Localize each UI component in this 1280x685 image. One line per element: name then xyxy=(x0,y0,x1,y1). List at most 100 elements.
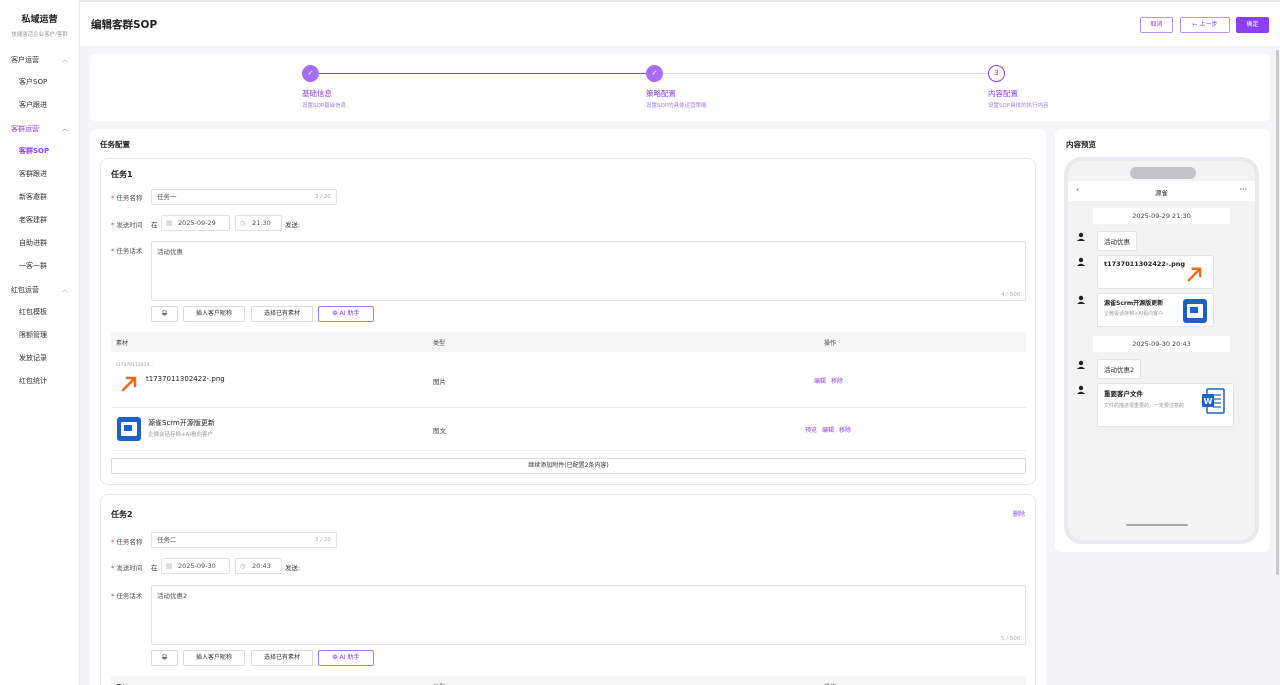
chat-timestamp: 2025-09-29 21:30 xyxy=(1093,208,1230,224)
row-actions: 编辑 移除 xyxy=(814,376,848,385)
ai-icon: ❂ xyxy=(332,654,340,661)
field-label-name: * 任务名称 xyxy=(111,194,143,202)
sidebar: 私域运营 快捷激活企业客户/客群 客户运营 ︿ 客户SOP 客户跟进 客群运营 ︿ … xyxy=(0,0,80,685)
task-card-1: 任务1 * 任务名称 任务一 3 / 20 * 发送时间 在 ▤ 2025-09-… xyxy=(100,158,1036,485)
sidebar-item-group-sop[interactable]: 客群SOP xyxy=(0,140,79,163)
user-avatar-icon xyxy=(1077,232,1085,241)
step-connector xyxy=(663,73,988,74)
material-type: 图文 xyxy=(433,427,446,435)
material-table-header: 素材 类型 操作 xyxy=(111,676,1026,685)
cancel-button[interactable]: 取消 xyxy=(1140,17,1173,33)
ai-assistant-button[interactable]: ❂ AI 助手 xyxy=(318,306,374,322)
chevron-up-icon: ︿ xyxy=(61,126,68,133)
chat-header: ‹ 源雀 ··· xyxy=(1068,181,1255,201)
clock-icon: ◷ xyxy=(240,562,246,570)
material-desc: 企微会话存档+AI看向客户 xyxy=(148,432,213,438)
char-counter: 3 / 20 xyxy=(315,194,331,200)
delete-task-link[interactable]: 删除 xyxy=(1013,509,1025,518)
field-label-script: * 任务话术 xyxy=(111,247,143,255)
calendar-icon: ▤ xyxy=(166,219,173,227)
task-script-textarea[interactable]: 活动优惠2 xyxy=(151,585,1026,645)
ai-assistant-button[interactable]: ❂ AI 助手 xyxy=(318,650,374,666)
nav-group-group[interactable]: 客群运营 ︿ xyxy=(0,117,79,140)
material-type: 图片 xyxy=(433,378,446,386)
insert-nickname-button[interactable]: 插入客户昵称 xyxy=(183,306,245,322)
emoji-button[interactable]: 😀 xyxy=(151,306,178,322)
chat-name: 源雀 xyxy=(1155,189,1168,197)
chat-bubble-text: 活动优惠2 xyxy=(1097,359,1142,379)
task-title: 任务1 xyxy=(111,170,133,179)
sidebar-item-customer-sop[interactable]: 客户SOP xyxy=(0,71,79,94)
date-picker[interactable]: ▤ 2025-09-29 xyxy=(161,215,230,231)
sidebar-item-customer-follow[interactable]: 客户跟进 xyxy=(0,94,79,117)
user-avatar-icon xyxy=(1077,295,1085,304)
svg-text:W: W xyxy=(1204,397,1213,406)
sidebar-item-group-follow[interactable]: 客群跟进 xyxy=(0,163,79,186)
step-title: 基础信息 xyxy=(302,89,332,98)
material-name: 源雀Scrm开源版更新 xyxy=(148,419,215,427)
nav-group-redpacket[interactable]: 红包运营 ︿ xyxy=(0,278,79,301)
phone-notch xyxy=(1130,167,1196,179)
nav-group-label: 客群运营 xyxy=(11,124,39,133)
page-scrollbar[interactable] xyxy=(1276,50,1279,575)
nav-group-customer[interactable]: 客户运营 ︿ xyxy=(0,48,79,71)
step-desc: 设置SOP的具体运营策略 xyxy=(646,103,707,109)
edit-link[interactable]: 编辑 xyxy=(822,427,834,434)
content-preview-panel: 内容预览 ‹ 源雀 ··· 2025-09-29 21:30 活动优惠 t173… xyxy=(1055,129,1270,552)
task-script-textarea[interactable]: 活动优惠 xyxy=(151,241,1026,301)
date-picker[interactable]: ▤ 2025-09-30 xyxy=(161,558,230,574)
sidebar-item-records[interactable]: 发放记录 xyxy=(0,347,79,370)
time-picker[interactable]: ◷ 21:30 xyxy=(235,215,282,231)
task-title: 任务2 xyxy=(111,510,133,519)
row-actions: 预览 编辑 移除 xyxy=(805,425,856,434)
step-number: 3 xyxy=(988,65,1005,82)
col-material: 素材 xyxy=(116,340,129,347)
user-avatar-icon xyxy=(1077,385,1085,394)
sidebar-item-old-group[interactable]: 老客建群 xyxy=(0,209,79,232)
check-icon: ✓ xyxy=(302,65,319,82)
step-connector xyxy=(319,73,646,74)
check-icon: ✓ xyxy=(646,65,663,82)
page-title: 编辑客群SOP xyxy=(91,19,158,31)
prev-step-button[interactable]: ← 上一步 xyxy=(1180,17,1230,33)
material-name: t1737011302422-.png xyxy=(146,375,225,383)
choose-material-button[interactable]: 选择已有素材 xyxy=(251,306,313,322)
col-type: 类型 xyxy=(433,340,446,347)
task-config-panel: 任务配置 任务1 * 任务名称 任务一 3 / 20 * 发送时间 在 ▤ 202… xyxy=(90,129,1046,685)
sidebar-item-self-join[interactable]: 自助进群 xyxy=(0,232,79,255)
sidebar-item-rp-template[interactable]: 红包模板 xyxy=(0,301,79,324)
app-logo-icon xyxy=(117,417,141,441)
choose-material-button[interactable]: 选择已有素材 xyxy=(251,650,313,666)
step-desc: 设置SOP具体的执行内容 xyxy=(988,103,1049,109)
edit-link[interactable]: 编辑 xyxy=(814,378,826,385)
arrow-image-icon xyxy=(1187,267,1202,282)
brand-title: 私域运营 xyxy=(21,15,58,25)
remove-link[interactable]: 移除 xyxy=(839,427,851,434)
section-title: 任务配置 xyxy=(100,140,130,149)
remove-link[interactable]: 移除 xyxy=(831,378,843,385)
task-name-input[interactable]: 任务二 xyxy=(151,532,337,548)
step-indicator: ✓ ✓ 3 基础信息 设置SOP基础信息 策略配置 设置SOP的具体运营策略 内… xyxy=(90,54,1270,121)
sidebar-item-new-invite[interactable]: 新客邀群 xyxy=(0,186,79,209)
send-label: 发送: xyxy=(285,564,301,572)
char-counter: 3 / 20 xyxy=(315,537,331,543)
field-label-time: * 发送时间 xyxy=(111,221,143,229)
insert-nickname-button[interactable]: 插入客户昵称 xyxy=(183,650,245,666)
step-desc: 设置SOP基础信息 xyxy=(302,103,347,109)
confirm-button[interactable]: 确定 xyxy=(1236,17,1269,33)
chat-bubble-image: t1737011302422-.png xyxy=(1097,255,1214,289)
task-name-input[interactable]: 任务一 xyxy=(151,189,337,205)
time-picker[interactable]: ◷ 20:43 xyxy=(235,558,282,574)
col-action: 操作 xyxy=(824,340,837,347)
add-attachment-button[interactable]: 继续添加附件(已配置2条内容) xyxy=(111,458,1026,474)
sidebar-item-stats[interactable]: 红包统计 xyxy=(0,370,79,393)
user-avatar-icon xyxy=(1077,257,1085,266)
word-document-icon: W xyxy=(1202,388,1225,414)
table-row: 源雀Scrm开源版更新 企微会话存档+AI看向客户 图文 预览 编辑 移除 xyxy=(111,408,1026,451)
sidebar-item-limit[interactable]: 限额管理 xyxy=(0,324,79,347)
preview-link[interactable]: 预览 xyxy=(805,427,817,434)
step-title: 内容配置 xyxy=(988,89,1018,98)
emoji-button[interactable]: 😀 xyxy=(151,650,178,666)
material-table-header: 素材 类型 操作 xyxy=(111,332,1026,352)
sidebar-item-one-group[interactable]: 一客一群 xyxy=(0,255,79,278)
